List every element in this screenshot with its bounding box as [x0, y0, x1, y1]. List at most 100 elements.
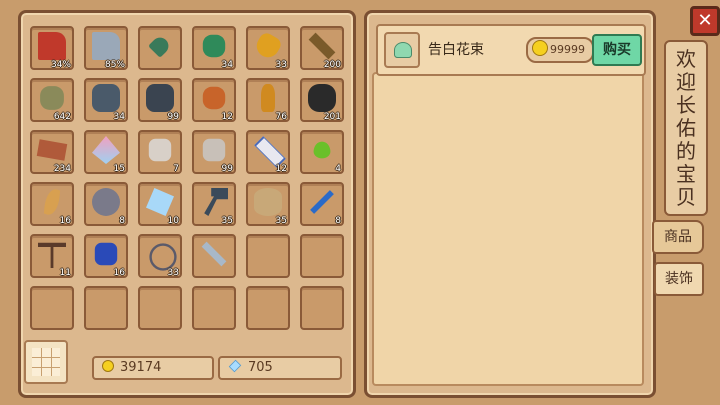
empty-slot[interactable] [246, 234, 290, 278]
inventory-slot[interactable] [192, 234, 236, 278]
flower-bouquet-icon [394, 42, 412, 58]
inventory-slot[interactable]: 99 [138, 78, 182, 122]
item-count: 15 [113, 164, 125, 174]
item-count: 8 [119, 216, 125, 226]
welcome-banner: 欢迎长佑的宝贝 [664, 40, 708, 216]
buy-button[interactable]: 购买 [592, 34, 642, 66]
pickaxe-icon [38, 242, 66, 268]
grid-view-button[interactable] [24, 340, 68, 384]
inventory-slot[interactable]: 33 [138, 234, 182, 278]
gravel-icon [202, 138, 226, 162]
log-icon [254, 188, 282, 216]
item-count: 12 [221, 112, 233, 122]
inventory-slot[interactable]: 35 [192, 182, 236, 226]
inventory-slot[interactable]: 11 [30, 234, 74, 278]
empty-slot[interactable] [138, 286, 182, 330]
item-count: 12 [275, 164, 287, 174]
screwdriver-icon [310, 190, 334, 214]
tab-decorations[interactable]: 装饰 [654, 262, 704, 296]
item-count: 35 [221, 216, 233, 226]
inventory-slot[interactable]: 15 [84, 130, 128, 174]
inventory-slot[interactable]: 10 [138, 182, 182, 226]
tab-products-label: 商品 [664, 229, 692, 245]
green-rope-icon [202, 34, 226, 58]
crystal-icon [92, 136, 120, 164]
inventory-slot[interactable]: 33 [246, 26, 290, 70]
inventory-slot[interactable]: 4 [300, 130, 344, 174]
inventory-slot[interactable]: 35 [246, 182, 290, 226]
shop-item-row[interactable]: 告白花束 99999 购买 [376, 24, 646, 76]
rope-icon [149, 243, 177, 271]
item-thumbnail [384, 32, 420, 68]
inventory-slot[interactable]: 34% [30, 26, 74, 70]
inventory-slot[interactable]: 234 [30, 130, 74, 174]
item-count: 34 [113, 112, 125, 122]
item-count: 33 [167, 268, 179, 278]
empty-slot[interactable] [246, 286, 290, 330]
inventory-slot[interactable]: 201 [300, 78, 344, 122]
gold-amount: 39174 [120, 360, 162, 375]
item-count: 34% [50, 60, 71, 70]
sword-icon [201, 241, 227, 267]
item-count: 85% [104, 60, 125, 70]
inventory-slot[interactable]: 642 [30, 78, 74, 122]
green-drop-icon [313, 141, 331, 159]
item-count: 642 [53, 112, 71, 122]
item-count: 76 [275, 112, 287, 122]
item-name: 告白花束 [428, 42, 484, 58]
item-count: 33 [275, 60, 287, 70]
item-count: 7 [173, 164, 179, 174]
empty-slot[interactable] [300, 286, 344, 330]
item-count: 10 [167, 216, 179, 226]
item-count: 16 [113, 268, 125, 278]
inventory-slot[interactable]: 12 [246, 130, 290, 174]
gold-coin-icon [102, 360, 114, 372]
iron-ore-icon [92, 84, 120, 112]
empty-slot[interactable] [192, 286, 236, 330]
shop-list-area [372, 72, 644, 386]
gold-counter: 39174 [92, 356, 214, 380]
hammer-icon [204, 188, 228, 216]
grid-icon [32, 348, 60, 376]
item-count: 35 [275, 216, 287, 226]
gem-counter: 705 [218, 356, 342, 380]
bag-icon [92, 188, 120, 216]
inventory-slot[interactable]: 12 [192, 78, 236, 122]
inventory-slot[interactable]: 99 [192, 130, 236, 174]
rock-icon [148, 138, 172, 162]
inventory-slot[interactable]: 8 [84, 182, 128, 226]
blue-claw-icon [94, 242, 118, 266]
inventory-slot[interactable]: 7 [138, 130, 182, 174]
close-icon: ✕ [697, 10, 713, 31]
copper-ore-icon [202, 86, 226, 110]
inventory-slot[interactable]: 16 [30, 182, 74, 226]
empty-slot[interactable] [30, 286, 74, 330]
inventory-slot[interactable]: 16 [84, 234, 128, 278]
inventory-slot[interactable]: 85% [84, 26, 128, 70]
inventory-slot[interactable]: 8 [300, 182, 344, 226]
price-coin-icon [532, 40, 548, 56]
empty-slot[interactable] [300, 234, 344, 278]
axe-icon [38, 32, 66, 60]
price-value: 99999 [550, 43, 585, 56]
item-count: 34 [221, 60, 233, 70]
item-count: 4 [335, 164, 341, 174]
empty-slot[interactable] [84, 286, 128, 330]
coal-icon [308, 84, 336, 112]
inventory-slot[interactable]: 34 [84, 78, 128, 122]
tab-products[interactable]: 商品 [652, 220, 704, 254]
inventory-slot[interactable]: 34 [192, 26, 236, 70]
stone-icon [40, 86, 64, 110]
shovel-icon [148, 34, 172, 58]
wood-branch-icon [308, 32, 336, 60]
inventory-slot[interactable]: 200 [300, 26, 344, 70]
close-button[interactable]: ✕ [690, 6, 720, 36]
golden-fruit-icon [252, 30, 284, 62]
steel-axe-icon [92, 32, 120, 60]
item-count: 8 [335, 216, 341, 226]
item-count: 234 [53, 164, 71, 174]
item-count: 99 [167, 112, 179, 122]
coal-ore-icon [146, 84, 174, 112]
inventory-slot[interactable] [138, 26, 182, 70]
inventory-slot[interactable]: 76 [246, 78, 290, 122]
